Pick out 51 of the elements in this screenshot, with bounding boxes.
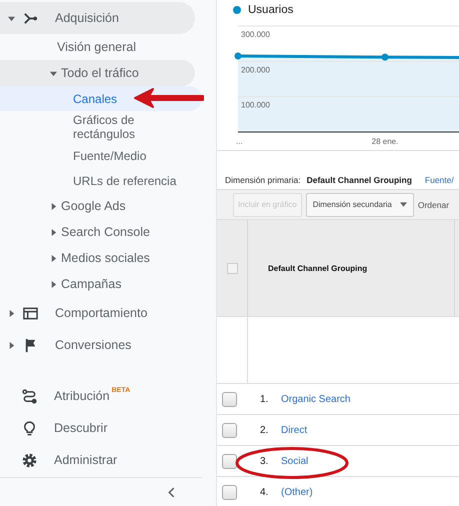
primary-dimension-label: Dimensión primaria:	[225, 175, 301, 185]
lightbulb-icon	[22, 420, 37, 436]
caret-down-icon	[400, 202, 407, 207]
row-number: 4.	[260, 486, 270, 498]
row-number: 1.	[260, 394, 270, 404]
nav-item[interactable]: Google Ads	[0, 193, 195, 219]
channel-link[interactable]: Organic Search	[281, 394, 350, 404]
row-number: 3.	[260, 456, 270, 466]
collapse-icon[interactable]	[168, 486, 175, 498]
nav-item[interactable]: URLs de referencia	[0, 168, 202, 193]
channel-link[interactable]: Social	[281, 456, 308, 466]
row-checkbox[interactable]	[222, 422, 237, 438]
nav-item[interactable]: Comportamiento	[0, 297, 195, 329]
row-number: 2.	[260, 424, 270, 436]
x-tick-label: 28 ene.	[372, 137, 398, 146]
secondary-dimension-dropdown[interactable]: Dimensión secundaria	[306, 192, 414, 216]
pointer-arrow	[133, 87, 205, 109]
primary-dimension-value: Default Channel Grouping	[306, 175, 412, 185]
channel-link[interactable]: Direct	[281, 424, 308, 436]
nav-item[interactable]: Todo el tráfico	[0, 60, 195, 86]
sort-label: Ordenar	[418, 200, 450, 210]
row-checkbox[interactable]	[222, 454, 237, 468]
nav-item[interactable]: Conversiones	[0, 329, 195, 361]
data-point	[382, 54, 388, 61]
nav-item[interactable]: Fuente/Medio	[0, 143, 202, 168]
settings-icon	[22, 452, 37, 468]
dimension-link[interactable]: Fuente/	[424, 175, 454, 185]
nav-item[interactable]: Medios sociales	[0, 245, 195, 271]
column-header[interactable]: Default Channel Grouping	[268, 264, 368, 272]
nav-item[interactable]: Adquisición	[0, 2, 195, 34]
row-checkbox[interactable]	[222, 484, 237, 500]
y-tick-label: 200.000	[241, 65, 270, 74]
route-icon	[22, 388, 37, 404]
nav-item[interactable]: Visión general	[0, 34, 195, 60]
branch-icon	[23, 10, 38, 26]
nav-item[interactable]: Campañas	[0, 271, 195, 297]
select-all-checkbox[interactable]	[226, 262, 238, 274]
nav-item[interactable]: Gráficos de rectángulos	[0, 111, 202, 143]
y-tick-label: 100.000	[241, 100, 270, 110]
nav-item[interactable]: Descubrir	[0, 412, 195, 444]
y-tick-label: 300.000	[241, 30, 270, 39]
window-icon	[23, 306, 38, 320]
channel-link[interactable]: (Other)	[281, 486, 313, 498]
row-checkbox[interactable]	[222, 392, 237, 406]
flag-icon	[23, 338, 38, 352]
nav-item[interactable]: Administrar	[0, 444, 195, 476]
x-tick-label: ...	[236, 137, 243, 146]
data-point	[234, 52, 242, 60]
nav-item[interactable]: Canales	[0, 86, 202, 111]
nav-item[interactable]: Search Console	[0, 219, 195, 245]
legend-label: Usuarios	[248, 4, 294, 16]
